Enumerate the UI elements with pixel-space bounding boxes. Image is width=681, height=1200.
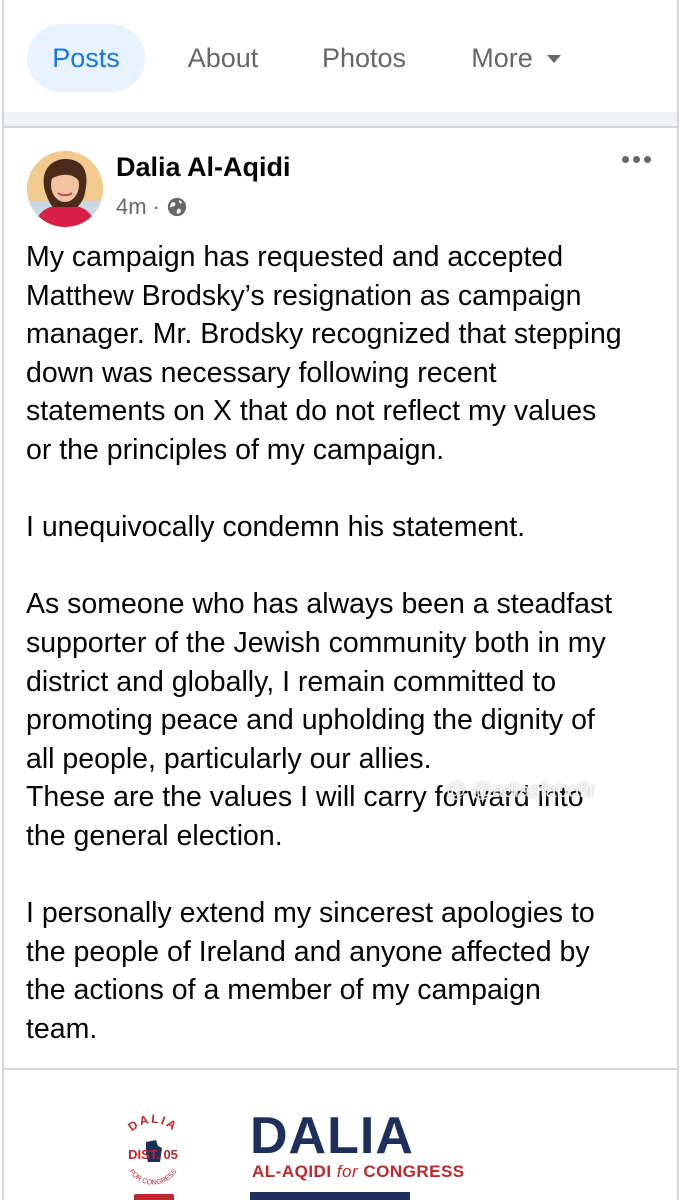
post-line: As someone who has always been a steadfa… [26, 588, 613, 621]
tab-posts[interactable]: Posts [27, 24, 145, 92]
post-line: My campaign has requested and accepted [26, 241, 564, 273]
tab-photos-label: Photos [321, 42, 407, 73]
post-line: down was necessary following recent [26, 356, 497, 389]
tab-more-label: More [471, 42, 533, 73]
post-line: or the principles of my campaign. [26, 433, 445, 466]
post-line: the general election. [26, 819, 283, 852]
more-options-dot [622, 156, 629, 163]
post-line: statements on X that do not reflect my v… [26, 395, 597, 428]
post-paragraph: As someone who has always been a steadfa… [26, 585, 659, 855]
caret-down-icon [546, 55, 561, 63]
avatar-photo [27, 151, 103, 227]
post-meta: 4m · [116, 194, 188, 220]
post-timestamp[interactable]: 4m [116, 194, 147, 220]
frame-right [677, 0, 679, 1200]
campaign-logo-name: DALIA [250, 1107, 414, 1165]
post-line: Matthew Brodsky’s resignation as campaig… [26, 279, 582, 312]
more-options-dot [644, 156, 651, 163]
post-line: the people of Ireland and anyone affecte… [26, 935, 590, 968]
campaign-seal-logo: DALIA DIST. 05 FOR CONGRESS [125, 1112, 180, 1187]
post-line: I personally extend my sincerest apologi… [26, 897, 595, 930]
post-card: Dalia Al-Aqidi 4m · My campaign has requ… [4, 128, 677, 1200]
post-paragraph: My campaign has requested and accepted M… [26, 238, 659, 470]
globe-icon [167, 197, 187, 217]
svg-text:FOR CONGRESS: FOR CONGRESS [127, 1168, 178, 1187]
cropped-logo-name [250, 1192, 410, 1200]
post-line: promoting peace and upholding the dignit… [26, 704, 595, 737]
post-line: all people, particularly our allies. [26, 742, 432, 775]
logo-subtitle-congress: CONGRESS [358, 1162, 465, 1181]
seal-middle-text: DIST. 05 [128, 1147, 178, 1162]
watermark: @ @adlasfabofir [446, 780, 596, 802]
campaign-logo-subtitle: AL-AQIDI for CONGRESS [252, 1162, 465, 1182]
post-line: supporter of the Jewish community both i… [26, 626, 606, 659]
tab-photos[interactable]: Photos [300, 24, 428, 92]
more-options-icon[interactable] [616, 150, 657, 169]
logo-subtitle-name: AL-AQIDI [252, 1162, 337, 1181]
post-line: district and globally, I remain committe… [26, 665, 557, 698]
post-line: team. [26, 1012, 98, 1045]
post-text: My campaign has requested and accepted M… [26, 238, 659, 1087]
cropped-logo-seal [134, 1194, 174, 1200]
more-options-dot [633, 156, 640, 163]
seal-top-text: DALIA [125, 1112, 178, 1134]
svg-text:DALIA: DALIA [125, 1112, 180, 1134]
post-paragraph: I personally extend my sincerest apologi… [26, 894, 659, 1048]
tab-more[interactable]: More [452, 24, 580, 92]
post-paragraph: I unequivocally condemn his statement. [26, 508, 659, 547]
tab-about-label: About [187, 42, 259, 73]
post-author-name[interactable]: Dalia Al-Aqidi [116, 152, 291, 183]
avatar[interactable] [27, 151, 103, 227]
post-line: I unequivocally condemn his statement. [26, 511, 526, 544]
profile-tab-bar: Posts About Photos More [4, 0, 677, 112]
tab-about[interactable]: About [164, 24, 282, 92]
section-separator [4, 112, 677, 128]
campaign-logo-image[interactable]: DALIA DIST. 05 FOR CONGRESS DALIA AL-AQI… [4, 1070, 677, 1200]
post-line: manager. Mr. Brodsky recognized that ste… [26, 318, 622, 351]
seal-bottom-text: FOR CONGRESS [127, 1168, 178, 1187]
meta-separator: · [152, 194, 160, 219]
post-line: the actions of a member of my campaign [26, 974, 541, 1007]
tab-posts-label: Posts [52, 42, 120, 73]
logo-subtitle-for: for [336, 1162, 359, 1181]
